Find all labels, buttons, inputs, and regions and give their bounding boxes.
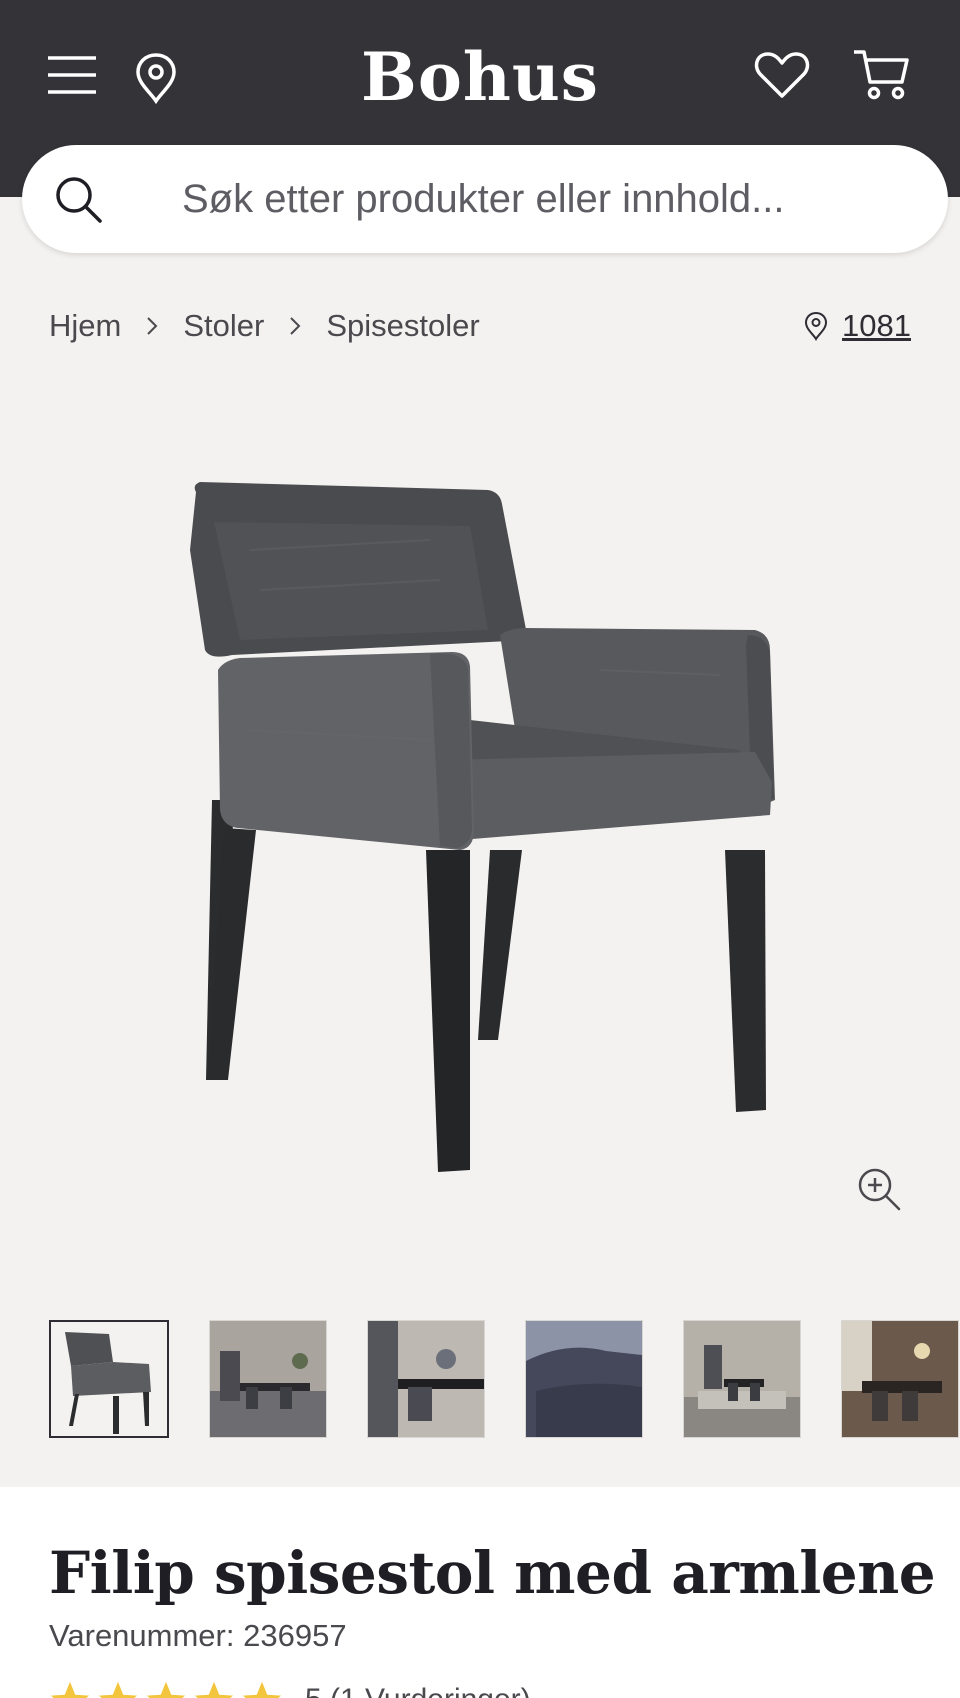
- star-icon: [242, 1681, 282, 1698]
- breadcrumb-item-hjem[interactable]: Hjem: [49, 308, 121, 344]
- search-bar[interactable]: [22, 145, 948, 253]
- sku-label: Varenummer:: [49, 1618, 235, 1653]
- breadcrumb-item-stoler[interactable]: Stoler: [183, 308, 264, 344]
- search-icon[interactable]: [54, 175, 104, 225]
- product-title: Filip spisestol med armlene: [49, 1539, 936, 1607]
- store-location-link[interactable]: 1081: [804, 304, 911, 348]
- star-icon: [98, 1681, 138, 1698]
- hamburger-menu-icon[interactable]: [48, 54, 98, 96]
- star-icon: [194, 1681, 234, 1698]
- product-sku: Varenummer: 236957: [49, 1618, 347, 1654]
- sku-value: 236957: [243, 1618, 347, 1653]
- star-icon: [50, 1681, 90, 1698]
- chevron-right-icon: [147, 317, 158, 335]
- search-input[interactable]: [182, 167, 902, 231]
- thumbnail-1[interactable]: [49, 1320, 169, 1438]
- thumbnail-6[interactable]: [841, 1320, 959, 1438]
- thumbnail-strip: [49, 1320, 960, 1438]
- star-icon: [146, 1681, 186, 1698]
- rating-count[interactable]: 5 (1 Vurderinger): [305, 1683, 531, 1698]
- breadcrumb: Hjem Stoler Spisestoler: [49, 304, 480, 348]
- thumbnail-5[interactable]: [683, 1320, 801, 1438]
- map-pin-icon: [805, 311, 828, 341]
- thumbnail-4[interactable]: [525, 1320, 643, 1438]
- site-logo[interactable]: Bohus: [330, 38, 630, 116]
- product-main-image[interactable]: [0, 430, 960, 1200]
- thumbnail-2[interactable]: [209, 1320, 327, 1438]
- shopping-cart-icon[interactable]: [852, 48, 910, 102]
- store-code[interactable]: 1081: [842, 308, 911, 344]
- chevron-right-icon: [290, 317, 301, 335]
- map-pin-icon[interactable]: [134, 52, 178, 104]
- heart-icon[interactable]: [754, 50, 810, 100]
- product-rating[interactable]: 5 (1 Vurderinger): [49, 1680, 531, 1698]
- zoom-in-icon[interactable]: [855, 1165, 903, 1213]
- breadcrumb-item-spisestoler[interactable]: Spisestoler: [326, 308, 479, 344]
- thumbnail-3[interactable]: [367, 1320, 485, 1438]
